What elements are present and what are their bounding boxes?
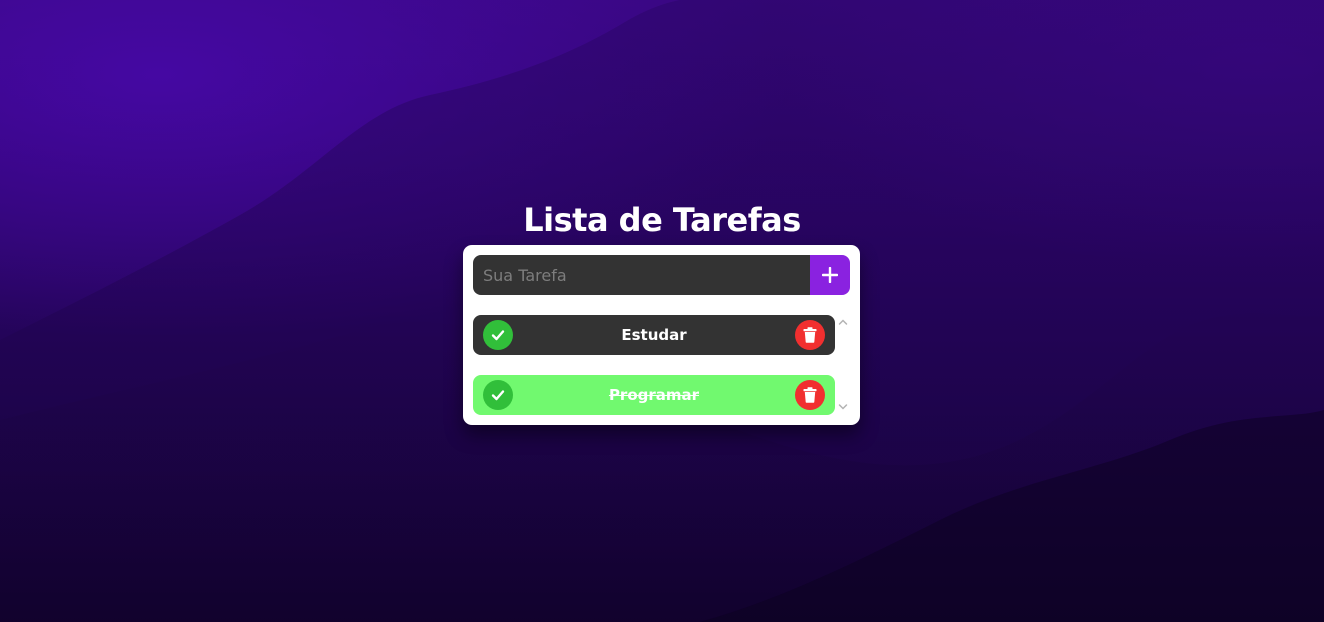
- add-task-button[interactable]: [810, 255, 850, 295]
- scroll-up-arrow[interactable]: [836, 315, 850, 329]
- task-list: Estudar Programar: [473, 315, 850, 415]
- todo-card: Estudar Programar: [463, 245, 860, 425]
- task-input-row: [473, 255, 850, 295]
- plus-icon: [822, 267, 838, 283]
- scroll-down-arrow[interactable]: [836, 400, 850, 414]
- delete-task-button[interactable]: [795, 380, 825, 410]
- task-input[interactable]: [473, 255, 810, 295]
- task-label: Estudar: [621, 326, 687, 344]
- trash-icon: [803, 387, 817, 403]
- list-item: Programar: [473, 375, 835, 415]
- trash-icon: [803, 327, 817, 343]
- chevron-up-icon: [838, 319, 848, 325]
- delete-task-button[interactable]: [795, 320, 825, 350]
- list-item: Estudar: [473, 315, 835, 355]
- chevron-down-icon: [838, 404, 848, 410]
- page-title: Lista de Tarefas: [523, 201, 801, 239]
- task-label: Programar: [608, 386, 700, 404]
